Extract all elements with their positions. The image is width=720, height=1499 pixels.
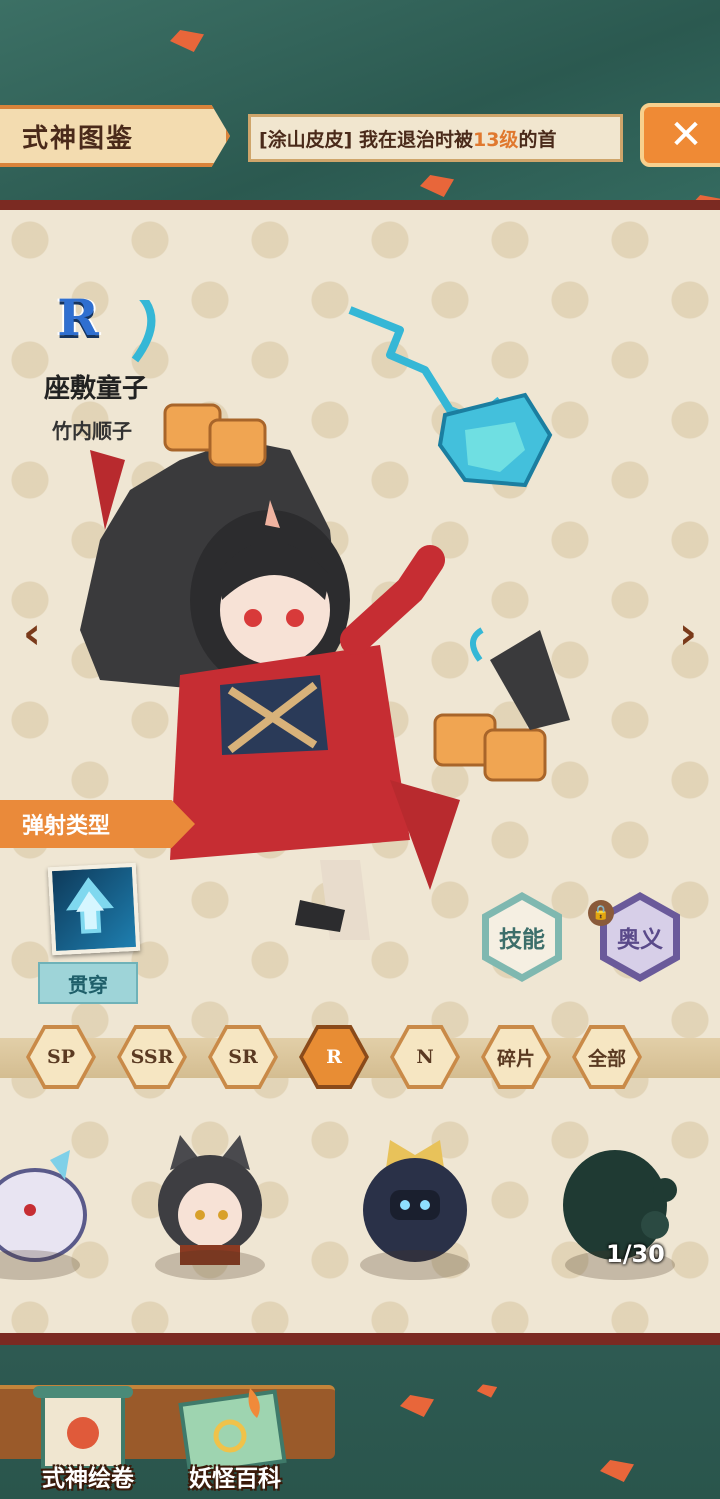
prev-character-arrow[interactable]: ‹ [12,612,52,656]
news-ticker: [涂山皮皮] 我在退治时被 13级 的首 [248,114,623,162]
roster-item[interactable] [145,1130,275,1280]
shadow [360,1250,470,1280]
yokai-encyclopedia-button[interactable]: 妖怪百科 [165,1378,305,1499]
ticker-suffix: 的首 [518,128,557,151]
shikigami-scroll-button[interactable]: 式神绘卷 [18,1378,158,1499]
roster-item[interactable] [0,1130,90,1280]
shoot-type-tab: 弹射类型 [0,800,195,848]
nav-label: 妖怪百科 [189,1466,281,1492]
filter-label: 碎片 [485,1029,547,1085]
page-title-text: 式神图鉴 [22,123,135,154]
next-character-arrow[interactable]: › [668,612,708,656]
nav-label: 式神绘卷 [42,1466,134,1492]
shoot-type-label: 贯穿 [38,962,138,1004]
shadow [155,1250,265,1280]
top-background [0,0,720,200]
page-title: 式神图鉴 [0,105,230,167]
filter-label: SR [212,1029,274,1085]
close-button[interactable]: ✕ [640,103,720,167]
lock-icon: 🔒 [588,900,614,926]
filter-label: SSR [121,1029,183,1085]
pierce-icon[interactable] [47,862,141,956]
shoot-type-title: 弹射类型 [22,814,111,839]
filter-label: SP [30,1029,92,1085]
collection-counter: 1/30 [606,1240,665,1268]
filter-label: R [303,1029,365,1085]
filter-label: N [394,1029,456,1085]
ultimate-button-label: 奥义 [607,900,673,974]
skill-button-label: 技能 [489,900,555,974]
ticker-prefix: [涂山皮皮] 我在退治时被 [259,128,473,151]
filter-label: 全部 [576,1029,638,1085]
close-icon: ✕ [669,112,703,158]
arrow-up-icon [66,877,114,934]
ticker-highlight: 13级 [472,128,519,151]
roster-item[interactable] [350,1130,480,1280]
